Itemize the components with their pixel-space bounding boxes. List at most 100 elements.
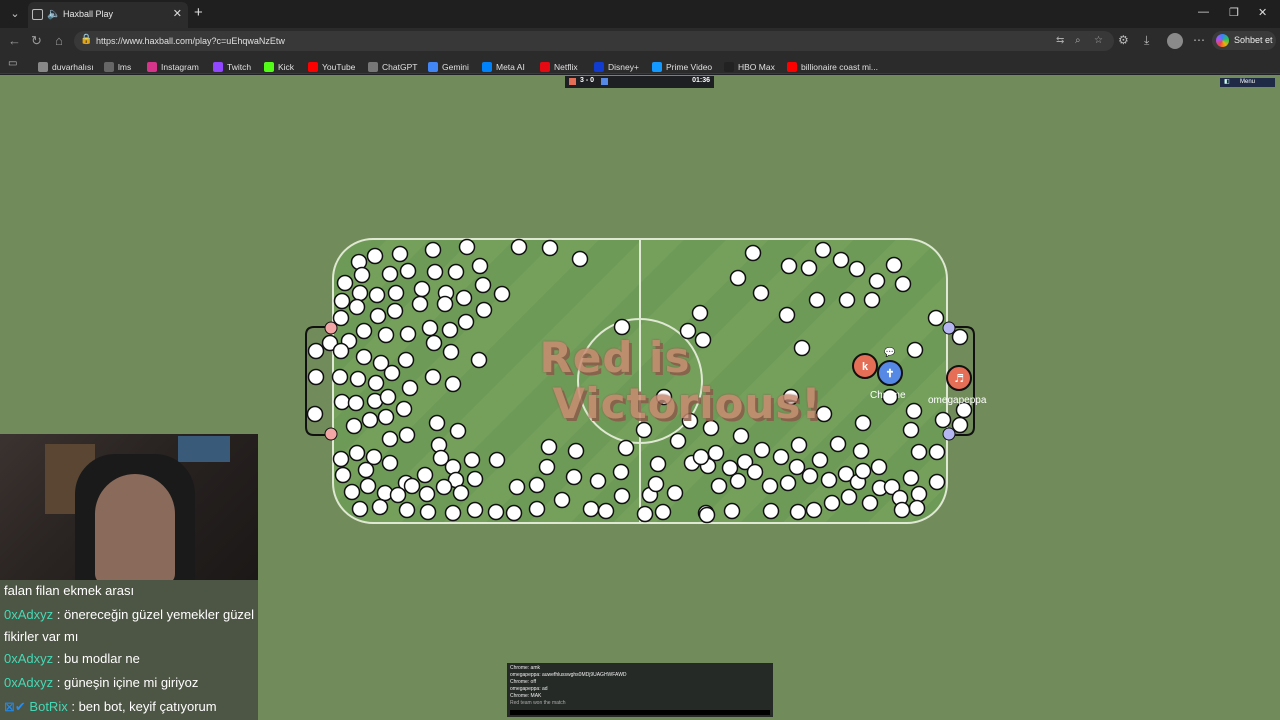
bookmark-item[interactable]: Disney+ [594,58,639,72]
url-text[interactable]: https://www.haxball.com/play?c=uEhqwaNzE… [96,36,285,46]
ball [458,238,476,256]
bookmark-item[interactable]: Meta AI [482,58,525,72]
favorite-star-icon[interactable]: ☆ [1094,35,1103,46]
more-menu-icon[interactable]: ⋯ [1193,33,1205,47]
sidebar-toggle-icon[interactable]: ▭ [8,58,17,69]
ball [444,504,462,522]
bookmark-item[interactable]: lms [104,58,131,72]
ball [387,284,405,302]
home-icon[interactable]: ⌂ [55,33,63,48]
ball [353,266,371,284]
game-chat: Chrome: amk omegapeppa: auwefhlusswghs0M… [507,663,773,717]
wall-poster [178,436,230,462]
site-info-icon[interactable]: 🔒 [80,34,92,45]
ball [401,379,419,397]
game-chat-line: Chrome: amk [510,665,541,671]
tab-strip: ⌄ 🔈 Haxball Play ✕ + — ❐ ✕ [0,0,1280,28]
ball [355,348,373,366]
bookmark-item[interactable]: Netflix [540,58,578,72]
game-chat-line: omegapeppa: auwefhlusswghs0MDj9UAGHWFAWD [510,672,627,678]
ball [449,422,467,440]
player-name-omegapeppa: omegapeppa [928,395,987,406]
ball [397,351,415,369]
bookmark-item[interactable]: YouTube [308,58,356,72]
bookmark-favicon-icon [38,61,48,72]
profile-avatar[interactable] [1167,33,1183,49]
address-bar[interactable]: 🔒 https://www.haxball.com/play?c=uEhqwaN… [74,31,1114,51]
omegapeppa-avatar: ♬ [954,372,964,385]
bookmark-label: Kick [278,61,295,72]
ball [729,269,747,287]
ball [436,295,454,313]
ball [885,256,903,274]
close-tab-icon[interactable]: ✕ [173,7,182,20]
back-icon[interactable]: ← [8,33,21,48]
ball [505,504,523,522]
ball [447,263,465,281]
ball [471,257,489,275]
ball [383,364,401,382]
tab-haxball[interactable]: 🔈 Haxball Play ✕ [28,2,188,28]
speaker-icon[interactable]: 🔈 [47,7,61,20]
copilot-label: Sohbet et [1234,35,1273,45]
new-tab-icon[interactable]: + [194,4,203,21]
bookmark-item[interactable]: Kick [264,58,295,72]
bookmark-item[interactable]: Gemini [428,58,469,72]
minimize-icon[interactable]: — [1198,6,1209,18]
ball [905,402,923,420]
download-icon[interactable]: ⤓ [1144,33,1149,48]
ball [832,251,850,269]
bookmark-favicon-icon [308,61,318,72]
bookmark-favicon-icon [724,61,734,72]
extensions-icon[interactable]: ⚙ [1118,33,1129,47]
ball [617,439,635,457]
victory-line1: Red is [539,333,691,382]
refresh-icon[interactable]: ↻ [31,33,42,49]
bookmark-item[interactable]: billionaire coast mi... [787,58,878,72]
ball [381,454,399,472]
right-goal-post-top [942,321,956,335]
translate-icon[interactable]: ⇆ [1056,35,1064,46]
ball [386,302,404,320]
ball [790,436,808,454]
chat-line: 0xAdxyz : güneşin içine mi giriyoz [0,672,258,696]
address-toolbar: ← ↻ ⌂ 🔒 https://www.haxball.com/play?c=u… [0,28,1280,54]
ball [808,291,826,309]
ball [571,250,589,268]
bookmark-item[interactable]: HBO Max [724,58,775,72]
ball [395,400,413,418]
ball [368,286,386,304]
bookmark-item[interactable]: Twitch [213,58,251,72]
ball [649,455,667,473]
ball [902,421,920,439]
ball [389,486,407,504]
ball [636,505,654,523]
close-window-icon[interactable]: ✕ [1258,6,1267,19]
bookmark-item[interactable]: Instagram [147,58,199,72]
ball [893,501,911,519]
bookmark-item[interactable]: duvarhalısı [38,58,94,72]
screen: ⌄ 🔈 Haxball Play ✕ + — ❐ ✕ ← ↻ ⌂ 🔒 https… [0,0,1280,720]
bookmark-label: YouTube [322,61,356,72]
chat-username: 0xAdxyz [4,675,54,690]
chat-line: falan filan ekmek arası [0,580,258,604]
ball [870,458,888,476]
ball [613,487,631,505]
ball [811,451,829,469]
game-chat-line: Red team won the match [510,700,566,706]
ball [332,309,350,327]
ball [848,260,866,278]
game-chat-input[interactable] [510,710,770,715]
ball [466,470,484,488]
ball [474,276,492,294]
restore-icon[interactable]: ❐ [1229,6,1239,19]
ball [357,461,375,479]
bookmark-favicon-icon [213,61,223,72]
chat-line: 0xAdxyz : bu modlar ne [0,648,258,672]
bookmark-item[interactable]: Prime Video [652,58,712,72]
tab-search-icon[interactable]: ⌄ [6,5,24,23]
zoom-icon[interactable]: ⌕ [1075,35,1081,46]
copilot-chat-button[interactable]: Sohbet et [1212,31,1276,50]
bookmark-item[interactable]: ChatGPT [368,58,417,72]
ball [331,368,349,386]
